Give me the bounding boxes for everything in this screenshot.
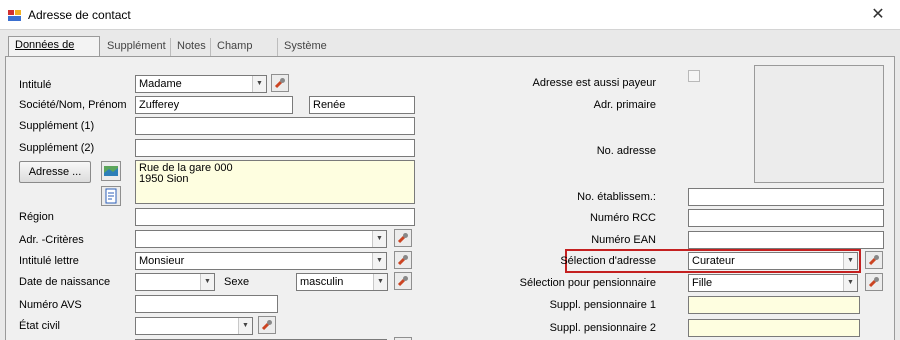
intitule-lettre-label: Intitulé lettre (19, 255, 79, 267)
wrench-icon[interactable] (258, 316, 276, 334)
selection-pensionnaire-label: Sélection pour pensionnaire (519, 277, 656, 289)
tab-systeme-etranger[interactable]: Système étranger (278, 38, 368, 68)
numero-avs-label: Numéro AVS (19, 299, 82, 311)
close-icon[interactable]: ✕ (856, 0, 900, 30)
adr-criteres-select[interactable]: ▼ (135, 230, 387, 248)
supplement1-label: Supplément (1) (19, 120, 95, 132)
wrench-icon[interactable] (865, 273, 883, 291)
tab-panel: Intitulé Madame ▼ Société/Nom, Prénom Zu… (5, 56, 895, 340)
adr-criteres-label: Adr. -Critères (19, 234, 84, 246)
suppl-pens2-field[interactable] (688, 319, 860, 337)
supplement2-field[interactable] (135, 139, 415, 157)
selection-adresse-select[interactable]: Curateur ▼ (688, 252, 858, 270)
no-etablissem-field[interactable] (688, 188, 884, 206)
numero-rcc-label: Numéro RCC (589, 212, 656, 224)
dropdown-arrow-icon[interactable]: ▼ (372, 253, 386, 269)
date-naissance-label: Date de naissance (19, 276, 111, 288)
dropdown-arrow-icon[interactable]: ▼ (373, 274, 387, 290)
wrench-icon[interactable] (394, 272, 412, 290)
selection-adresse-label: Sélection d'adresse (560, 255, 656, 267)
contact-address-window: Adresse de contact ✕ Données de base Sup… (0, 0, 900, 340)
societe-label: Société/Nom, Prénom (19, 99, 127, 111)
wrench-icon[interactable] (394, 251, 412, 269)
tab-notes[interactable]: Notes (171, 38, 211, 56)
aussi-payeur-checkbox[interactable] (688, 70, 700, 82)
wrench-icon[interactable] (394, 229, 412, 247)
region-field[interactable] (135, 208, 415, 226)
adr-primaire-label: Adr. primaire (593, 99, 656, 111)
intitule-select[interactable]: Madame ▼ (135, 75, 267, 93)
etat-civil-label: État civil (19, 320, 60, 332)
sexe-label: Sexe (224, 276, 250, 288)
app-icon (8, 10, 21, 21)
suppl-pens2-label: Suppl. pensionnaire 2 (549, 322, 656, 334)
map-icon[interactable] (101, 161, 121, 181)
wrench-icon[interactable] (865, 251, 883, 269)
etat-civil-select[interactable]: ▼ (135, 317, 253, 335)
nom-field[interactable]: Zufferey (135, 96, 293, 114)
selection-pensionnaire-select[interactable]: Fille ▼ (688, 274, 858, 292)
prenom-field[interactable]: Renée (309, 96, 415, 114)
supplement2-label: Supplément (2) (19, 142, 95, 154)
numero-ean-field[interactable] (688, 231, 884, 249)
numero-ean-label: Numéro EAN (591, 234, 656, 246)
adresse-button[interactable]: Adresse ... (19, 161, 91, 183)
address-text[interactable]: Rue de la gare 000 1950 Sion (135, 160, 415, 204)
intitule-label: Intitulé (19, 79, 52, 91)
numero-rcc-field[interactable] (688, 209, 884, 227)
dropdown-arrow-icon[interactable]: ▼ (843, 275, 857, 291)
dropdown-arrow-icon[interactable]: ▼ (252, 76, 266, 92)
tab-donnees-de-base[interactable]: Données de base (8, 36, 100, 67)
no-etablissem-label: No. établissem.: (577, 191, 656, 203)
dropdown-arrow-icon[interactable]: ▼ (843, 253, 857, 269)
numero-avs-field[interactable] (135, 295, 278, 313)
title-bar: Adresse de contact ✕ (0, 0, 900, 30)
date-naissance-picker[interactable]: ▼ (135, 273, 215, 291)
wrench-icon[interactable] (271, 74, 289, 92)
window-title: Adresse de contact (28, 8, 131, 22)
sexe-select[interactable]: masculin ▼ (296, 273, 388, 291)
dropdown-arrow-icon[interactable]: ▼ (200, 274, 214, 290)
dropdown-arrow-icon[interactable]: ▼ (372, 231, 386, 247)
intitule-lettre-select[interactable]: Monsieur ▼ (135, 252, 387, 270)
dropdown-arrow-icon[interactable]: ▼ (238, 318, 252, 334)
tab-supplement[interactable]: Supplément (101, 38, 171, 56)
tab-champ-libre[interactable]: Champ libre (211, 38, 278, 68)
suppl-pens1-label: Suppl. pensionnaire 1 (549, 299, 656, 311)
document-icon[interactable] (101, 186, 121, 206)
aussi-payeur-label: Adresse est aussi payeur (532, 77, 656, 89)
supplement1-field[interactable] (135, 117, 415, 135)
suppl-pens1-field[interactable] (688, 296, 860, 314)
photo-box (754, 65, 884, 183)
region-label: Région (19, 211, 54, 223)
no-adresse-label: No. adresse (596, 145, 656, 157)
